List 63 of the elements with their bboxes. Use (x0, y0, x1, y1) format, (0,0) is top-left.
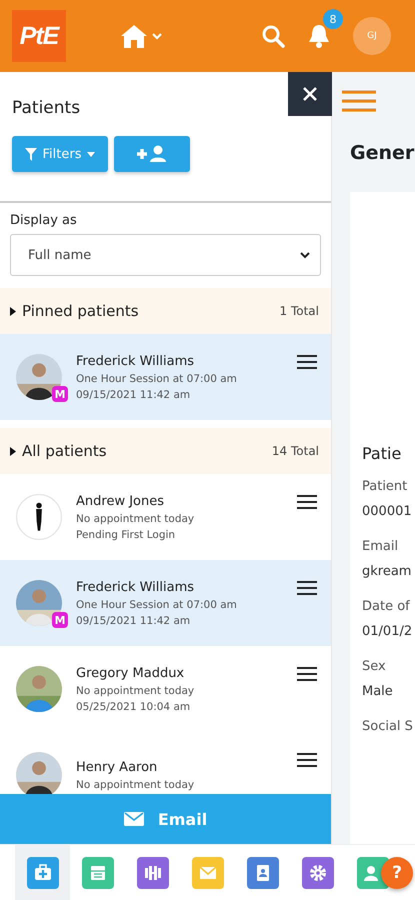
dumbbell-icon[interactable] (136, 856, 168, 888)
menu-icon[interactable] (297, 666, 317, 682)
patient-name: Andrew Jones (76, 494, 166, 508)
close-icon (303, 87, 317, 101)
appointment-text: One Hour Session at 07:00 am (76, 598, 238, 610)
field-value: gkream (362, 564, 412, 579)
appointment-text: No appointment today (76, 778, 196, 790)
patient-row[interactable]: Andrew Jones No appointment today Pending First Login (0, 474, 331, 560)
section-title: Patie (362, 444, 402, 463)
person-silhouette-icon (16, 494, 62, 540)
medical-icon[interactable] (26, 856, 58, 888)
field-label: Email (362, 539, 400, 554)
calendar-icon[interactable] (82, 856, 114, 888)
patient-row[interactable]: M Frederick Williams One Hour Session at 07:00 am 09/15/2021 11:42 am (0, 560, 331, 646)
contacts-icon[interactable] (246, 856, 278, 888)
field-label: Social S (362, 719, 414, 734)
close-button[interactable] (288, 72, 332, 116)
caret-icon (87, 152, 96, 156)
caret-icon (10, 446, 16, 456)
caret-icon (10, 306, 16, 316)
add-person-icon (137, 145, 167, 163)
field-label: Sex (362, 659, 387, 674)
status-text: Pending First Login (76, 528, 176, 540)
section-header[interactable]: Pinned patients 1 Total (0, 288, 331, 334)
display-as-dropdown[interactable]: Full name (10, 234, 321, 276)
field-value: 01/01/2 (362, 624, 414, 639)
field-value: Male (362, 684, 394, 699)
page-title: Gener (350, 142, 415, 164)
menu-icon[interactable] (297, 580, 317, 596)
display-as-label: Display as (10, 213, 78, 228)
patient-row[interactable]: M Frederick Williams One Hour Session at 07:00 am 09/15/2021 11:42 am (0, 334, 331, 420)
appointment-text: One Hour Session at 07:00 am (76, 372, 238, 384)
menu-icon[interactable] (297, 752, 317, 768)
panel-title: Patients (12, 98, 82, 118)
patient-name: Frederick Williams (76, 580, 196, 594)
patient-name: Henry Aaron (76, 760, 158, 774)
bell-icon[interactable] (307, 23, 331, 49)
field-label: Date of (362, 599, 411, 614)
field-label: Patient (362, 479, 408, 494)
member-badge: M (52, 386, 68, 402)
status-text: 05/25/2021 10:04 am (76, 700, 192, 712)
member-badge: M (52, 612, 68, 628)
patient-row[interactable]: Gregory Maddux No appointment today 05/25/2021 10:04 am (0, 646, 331, 732)
home-icon[interactable] (120, 22, 164, 50)
selected-nav-tab[interactable] (15, 845, 70, 900)
mail-icon[interactable] (192, 856, 224, 888)
section-header[interactable]: All patients 14 Total (0, 428, 331, 474)
add-patient-button[interactable] (114, 136, 190, 172)
filter-icon (24, 148, 37, 160)
gear-icon[interactable] (302, 856, 334, 888)
mail-icon (124, 812, 144, 826)
status-text: 09/15/2021 11:42 am (76, 388, 192, 400)
chevron-down-icon (300, 252, 310, 258)
patient-name: Frederick Williams (76, 354, 196, 368)
search-icon[interactable] (261, 24, 285, 48)
patient-name: Gregory Maddux (76, 666, 186, 680)
field-value: 000001 (362, 504, 413, 519)
appointment-text: No appointment today (76, 684, 196, 696)
menu-icon[interactable] (297, 494, 317, 510)
notification-badge: 8 (323, 9, 343, 29)
appointment-text: No appointment today (76, 512, 196, 524)
menu-icon[interactable] (297, 354, 317, 370)
status-text: 09/15/2021 11:42 am (76, 614, 192, 626)
